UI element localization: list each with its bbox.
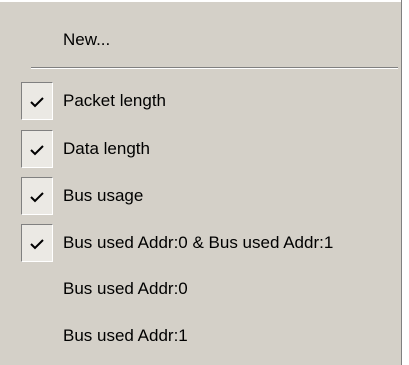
menu-item-new[interactable]: New... [0, 21, 400, 59]
check-indicator [21, 130, 53, 168]
context-menu: New... Packet length Data length Bus usa… [0, 0, 409, 365]
menu-separator [31, 67, 398, 69]
menu-right-edge [402, 0, 409, 365]
menu-item-label: Bus usage [63, 186, 144, 205]
checkmark-icon [30, 145, 44, 156]
menu-item-label: Bus used Addr:0 & Bus used Addr:1 [63, 233, 334, 252]
check-indicator [21, 82, 53, 120]
checkmark-icon [30, 192, 44, 203]
menu-item-bus-usage[interactable]: Bus usage [0, 177, 400, 215]
menu-item-bus-used-addr-0[interactable]: Bus used Addr:0 [0, 270, 400, 308]
menu-item-label: Bus used Addr:1 [63, 326, 188, 345]
menu-item-data-length[interactable]: Data length [0, 130, 400, 168]
menu-item-bus-used-addr-0-and-1[interactable]: Bus used Addr:0 & Bus used Addr:1 [0, 224, 400, 262]
checkmark-icon [30, 97, 44, 108]
menu-item-label: Packet length [63, 91, 167, 110]
menu-top-highlight [0, 0, 402, 2]
menu-item-label: Bus used Addr:0 [63, 279, 188, 298]
check-indicator [21, 177, 53, 215]
menu-item-packet-length[interactable]: Packet length [0, 82, 400, 120]
menu-item-bus-used-addr-1[interactable]: Bus used Addr:1 [0, 317, 400, 355]
check-indicator [21, 224, 53, 262]
menu-item-label: New... [63, 30, 111, 49]
menu-item-label: Data length [63, 139, 150, 158]
checkmark-icon [30, 239, 44, 250]
